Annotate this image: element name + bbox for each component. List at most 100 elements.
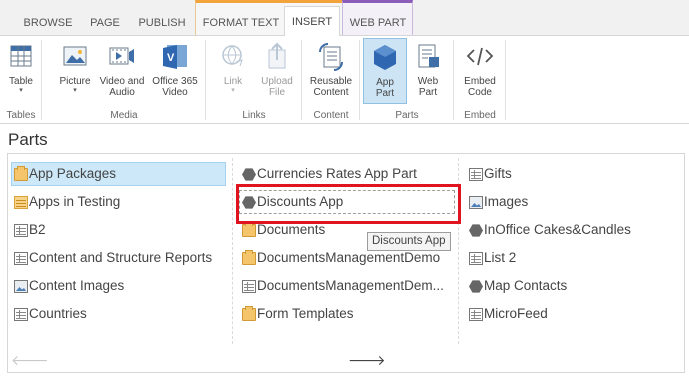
ribbon: Table ▾ Tables Picture ▾ Video and Audio… <box>0 36 689 124</box>
image-library-icon <box>469 196 483 209</box>
picture-label: Picture <box>59 76 91 87</box>
video-and-audio-button[interactable]: Video and Audio <box>97 38 147 104</box>
group-label-media: Media <box>110 110 138 121</box>
table-list-icon <box>14 196 28 209</box>
embed-label-2: Code <box>468 87 492 98</box>
part-item-content-images[interactable]: Content Images <box>12 275 225 299</box>
link-button[interactable]: Link ▾ <box>208 38 258 104</box>
link-label: Link <box>223 76 243 87</box>
next-page-arrow-icon[interactable]: 🡒 <box>348 352 386 369</box>
app-icon <box>469 280 483 293</box>
office-365-video-button[interactable]: V Office 365 Video <box>150 38 200 104</box>
part-label: Apps in Testing <box>29 194 121 209</box>
list-icon <box>242 280 256 293</box>
web-part-button[interactable]: Web Part <box>406 38 450 104</box>
app-part-label-1: App <box>376 77 394 88</box>
app-part-label-2: Part <box>375 88 395 99</box>
group-separator <box>505 40 506 120</box>
ribbon-group-links: Link ▾ Upload File Links <box>206 36 302 124</box>
part-label: Content Images <box>29 278 125 293</box>
list-icon <box>14 224 28 237</box>
part-label: InOffice Cakes&Candles <box>484 222 631 237</box>
tab-insert[interactable]: INSERT <box>284 6 340 37</box>
part-item-countries[interactable]: Countries <box>12 303 225 327</box>
app-icon <box>242 168 256 181</box>
list-icon <box>14 252 28 265</box>
tab-web-part[interactable]: WEB PART <box>346 16 410 36</box>
folder-icon <box>242 222 256 237</box>
reusable-label-1: Reusable <box>309 76 353 87</box>
video-audio-label-2: Audio <box>109 87 135 98</box>
video-audio-icon <box>105 40 139 74</box>
part-item-inoffice-cakes-candles[interactable]: InOffice Cakes&Candles <box>467 219 677 243</box>
image-library-icon <box>14 280 28 293</box>
code-icon <box>463 40 497 74</box>
video-audio-label-1: Video and <box>99 76 145 87</box>
picture-icon <box>58 40 92 74</box>
part-label: Form Templates <box>257 306 354 321</box>
part-label: Gifts <box>484 166 512 181</box>
list-icon <box>14 308 28 321</box>
table-label: Table <box>9 76 33 87</box>
table-icon <box>4 40 38 74</box>
group-label-embed: Embed <box>464 110 496 121</box>
embed-code-button[interactable]: Embed Code <box>455 38 505 104</box>
ribbon-group-embed: Embed Code Embed <box>454 36 506 124</box>
part-item-form-templates[interactable]: Form Templates <box>240 303 456 327</box>
embed-label-1: Embed <box>464 76 496 87</box>
chevron-down-icon: ▾ <box>73 87 77 94</box>
office-365-label-2: Video <box>162 87 188 98</box>
part-item-b2[interactable]: B2 <box>12 219 225 243</box>
part-label: Map Contacts <box>484 278 568 293</box>
ribbon-group-content: Reusable Content Content <box>302 36 360 124</box>
part-label: Images <box>484 194 529 209</box>
previous-page-arrow-icon[interactable]: 🡐 <box>11 352 49 369</box>
folder-icon <box>242 250 256 265</box>
upload-label-2: File <box>268 87 286 98</box>
app-icon <box>469 224 483 237</box>
app-part-button[interactable]: App Part <box>363 38 407 104</box>
part-item-gifts[interactable]: Gifts <box>467 163 677 187</box>
ribbon-group-media: Picture ▾ Video and Audio V Office 365 V… <box>42 36 206 124</box>
upload-file-button[interactable]: Upload File <box>252 38 302 104</box>
part-label: List 2 <box>484 250 517 265</box>
part-item-list-2[interactable]: List 2 <box>467 247 677 271</box>
part-item-apps-in-testing[interactable]: Apps in Testing <box>12 191 225 215</box>
part-label: DocumentsManagementDem... <box>257 278 444 293</box>
chevron-down-icon: ▾ <box>231 87 235 94</box>
ribbon-group-parts: App Part Web Part Parts <box>360 36 454 124</box>
tab-publish[interactable]: PUBLISH <box>132 16 192 36</box>
tab-page[interactable]: PAGE <box>80 16 130 36</box>
parts-heading: Parts <box>8 130 48 149</box>
part-label: B2 <box>29 222 46 237</box>
part-item-documents-management-demo-2[interactable]: DocumentsManagementDem... <box>240 275 456 299</box>
part-label: Content and Structure Reports <box>29 250 213 265</box>
web-part-icon <box>411 40 445 74</box>
chevron-down-icon: ▾ <box>19 87 23 94</box>
part-item-images[interactable]: Images <box>467 191 677 215</box>
part-item-app-packages[interactable]: App Packages <box>11 162 226 186</box>
reusable-content-button[interactable]: Reusable Content <box>306 38 356 104</box>
tab-browse[interactable]: BROWSE <box>18 16 78 36</box>
highlight-annotation-box <box>236 184 461 224</box>
folder-icon <box>242 306 256 321</box>
picture-button[interactable]: Picture ▾ <box>50 38 100 104</box>
svg-text:V: V <box>167 52 175 64</box>
reusable-label-2: Content <box>313 87 349 98</box>
list-icon <box>469 252 483 265</box>
part-item-content-and-structure-reports[interactable]: Content and Structure Reports <box>12 247 230 271</box>
tooltip: Discounts App <box>367 232 451 251</box>
part-item-microfeed[interactable]: MicroFeed <box>467 303 677 327</box>
part-item-map-contacts[interactable]: Map Contacts <box>467 275 677 299</box>
group-label-parts: Parts <box>395 110 419 121</box>
group-label-links: Links <box>242 110 266 121</box>
web-part-label-1: Web <box>417 76 439 87</box>
table-button[interactable]: Table ▾ <box>0 38 46 104</box>
web-part-label-2: Part <box>418 87 438 98</box>
tab-format-text[interactable]: FORMAT TEXT <box>200 16 282 36</box>
part-label: MicroFeed <box>484 306 548 321</box>
upload-icon <box>260 40 294 74</box>
ribbon-group-tables: Table ▾ Tables <box>0 36 42 124</box>
office-365-video-icon: V <box>158 40 192 74</box>
list-icon <box>469 308 483 321</box>
